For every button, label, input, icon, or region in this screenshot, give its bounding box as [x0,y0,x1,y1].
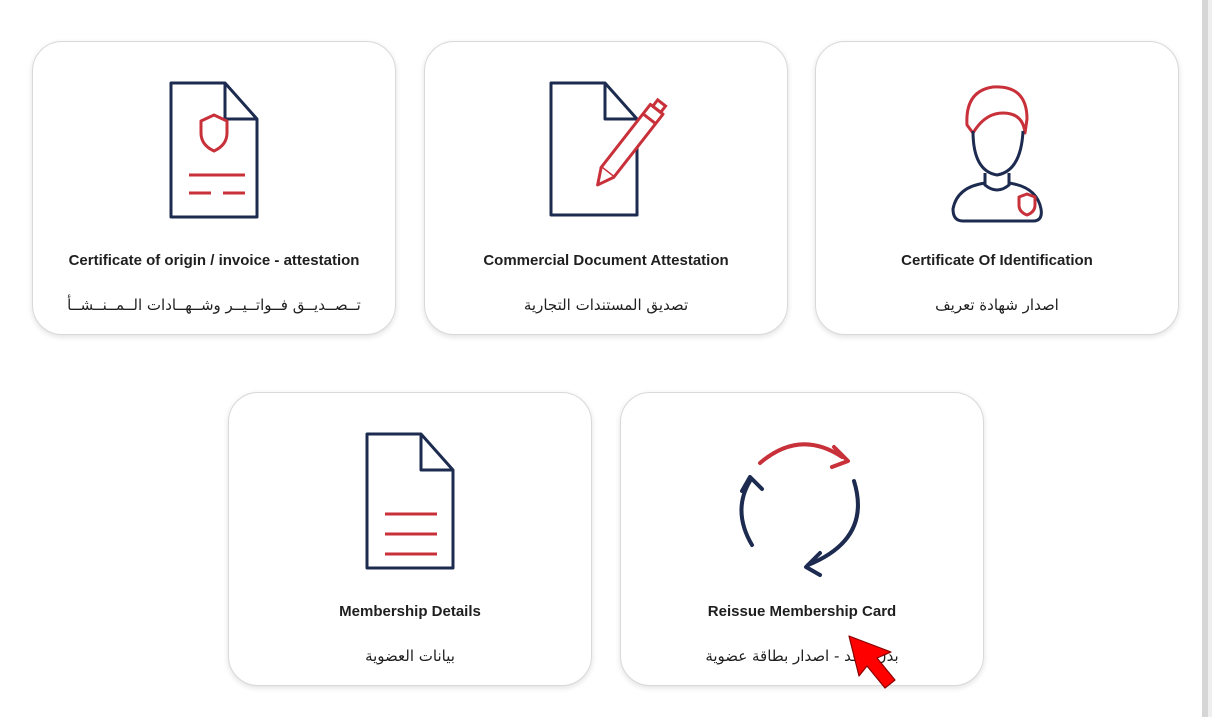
card-title: Reissue Membership Card [707,603,897,620]
service-card-certificate-of-origin[interactable]: Certificate of origin / invoice - attest… [32,41,396,335]
document-lines-icon [229,421,591,581]
service-card-commercial-document-attestation[interactable]: Commercial Document Attestation تصديق ال… [424,41,788,335]
service-card-membership-details[interactable]: Membership Details بيانات العضوية [228,392,592,686]
window-right-shadow [1208,0,1212,717]
refresh-cycle-icon [621,421,983,581]
service-card-reissue-membership-card[interactable]: Reissue Membership Card بدل فاقد - اصدار… [620,392,984,686]
card-subtitle: بيانات العضوية [365,647,455,665]
card-subtitle: تــصــديــق فــواتــيــر وشــهــادات الـ… [67,296,361,314]
card-subtitle: بدل فاقد - اصدار بطاقة عضوية [705,647,899,665]
service-card-certificate-of-identification[interactable]: Certificate Of Identification اصدار شهاد… [815,41,1179,335]
document-pen-icon [425,70,787,230]
person-badge-icon [816,70,1178,230]
card-subtitle: اصدار شهادة تعريف [935,296,1059,314]
pointer-cursor-icon [845,632,909,701]
card-title: Commercial Document Attestation [483,252,729,269]
card-title: Membership Details [339,603,481,620]
document-shield-icon [33,70,395,230]
card-title: Certificate of origin / invoice - attest… [68,252,360,269]
card-subtitle: تصديق المستندات التجارية [523,296,689,314]
card-title: Certificate Of Identification [901,252,1093,269]
